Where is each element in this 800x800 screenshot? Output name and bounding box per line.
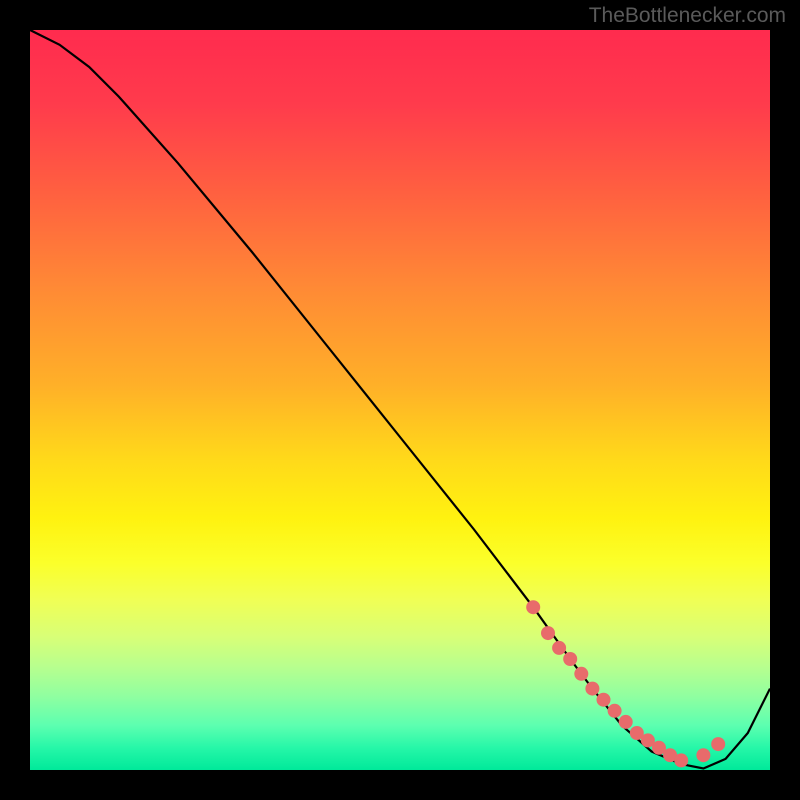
watermark-text: TheBottlenecker.com — [589, 4, 786, 28]
marker-group — [526, 600, 725, 767]
curve-path — [30, 30, 770, 769]
marker-dot — [711, 737, 725, 751]
marker-dot — [585, 682, 599, 696]
marker-dot — [574, 667, 588, 681]
marker-dot — [619, 715, 633, 729]
marker-dot — [608, 704, 622, 718]
marker-dot — [563, 652, 577, 666]
marker-dot — [526, 600, 540, 614]
marker-dot — [674, 753, 688, 767]
marker-dot — [552, 641, 566, 655]
marker-dot — [541, 626, 555, 640]
chart-svg — [30, 30, 770, 770]
marker-dot — [597, 693, 611, 707]
marker-dot — [696, 748, 710, 762]
plot-area — [30, 30, 770, 770]
